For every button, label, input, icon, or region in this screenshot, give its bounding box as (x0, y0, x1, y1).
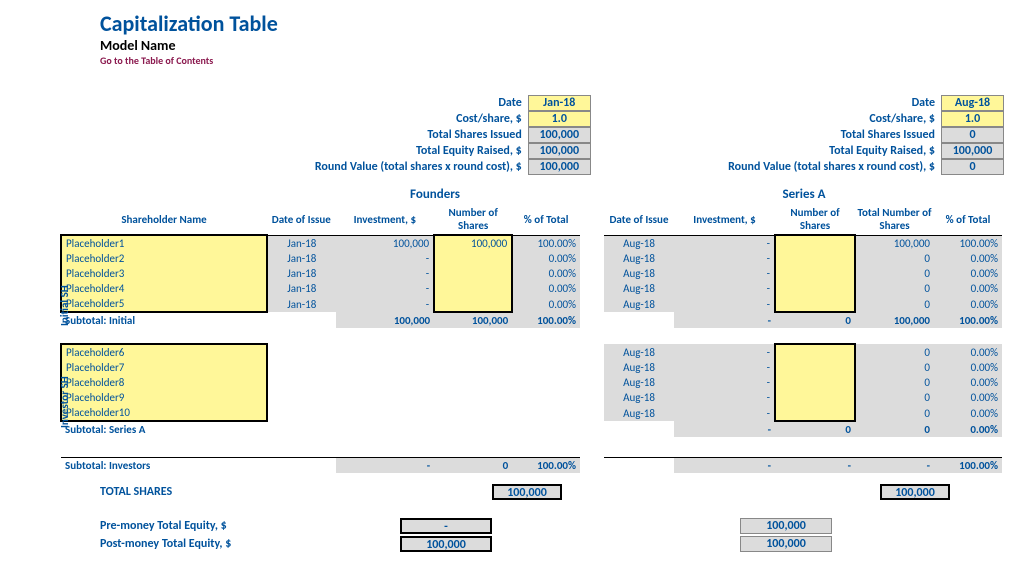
table-row: Placeholder3 Jan-18 - 0.00% (61, 266, 580, 281)
shareholder-name[interactable]: Placeholder2 (61, 251, 267, 266)
col-inv: Investment, $ (336, 204, 435, 235)
founders-table: Shareholder Name Date of Issue Investmen… (60, 204, 580, 473)
investor-sh-label: Investor SH (58, 348, 71, 428)
num-shares-input[interactable] (775, 266, 855, 281)
table-row: Aug-18 - 0 0.00% (604, 390, 1002, 405)
col-date-a: Date of Issue (604, 204, 674, 235)
founders-cost[interactable]: 1.0 (528, 111, 591, 127)
table-row: Aug-18 - 0 0.00% (604, 344, 1002, 360)
table-row: Placeholder4 Jan-18 - 0.00% (61, 281, 580, 296)
rv-label: Round Value (total shares x round cost),… (315, 159, 522, 175)
num-shares-input[interactable] (775, 296, 855, 312)
cost-label-a: Cost/share, $ (869, 111, 935, 127)
num-shares-input[interactable] (775, 251, 855, 266)
col-num-a: Number of Shares (775, 204, 855, 235)
shareholder-name[interactable]: Placeholder3 (61, 266, 267, 281)
shareholder-name[interactable]: Placeholder5 (61, 296, 267, 312)
founders-tsi: 100,000 (528, 127, 591, 143)
shareholder-name[interactable]: Placeholder8 (61, 375, 267, 390)
postmoney-seriesa: 100,000 (740, 536, 832, 552)
table-row: Placeholder10 (61, 405, 580, 421)
premoney-founders: - (400, 518, 492, 534)
rv-label-a: Round Value (total shares x round cost),… (728, 159, 935, 175)
shareholder-name[interactable]: Placeholder10 (61, 405, 267, 421)
subtotal-investors-row-a: - - - 100.00% (604, 457, 1002, 473)
num-shares-input[interactable] (775, 281, 855, 296)
premoney-seriesa: 100,000 (740, 518, 832, 534)
num-shares-input[interactable] (775, 405, 855, 421)
shareholder-name[interactable]: Placeholder6 (61, 344, 267, 360)
founders-title: Founders (290, 187, 580, 202)
model-name: Model Name (100, 37, 1004, 54)
seriesa-title: Series A (604, 187, 1004, 202)
postmoney-label: Post-money Total Equity, $ (100, 537, 400, 551)
total-shares-seriesa: 100,000 (880, 484, 950, 500)
seriesa-ter: 100,000 (941, 143, 1004, 159)
seriesa-cost[interactable]: 1.0 (941, 111, 1004, 127)
num-shares-input[interactable] (775, 360, 855, 375)
col-inv-a: Investment, $ (674, 204, 775, 235)
subtotal-initial-row: Subtotal: Initial 100,000 100,000 100.00… (61, 312, 580, 328)
page-title: Capitalization Table (100, 10, 1004, 37)
seriesa-rv: 0 (941, 159, 1004, 175)
col-pct-a: % of Total (934, 204, 1002, 235)
table-row: Aug-18 - 0 0.00% (604, 251, 1002, 266)
table-row: Aug-18 - 0 0.00% (604, 360, 1002, 375)
founders-rv: 100,000 (528, 159, 591, 175)
toc-link[interactable]: Go to the Table of Contents (100, 54, 1004, 67)
subtotal-initial-row-a: - 0 100,000 100.00% (604, 312, 1002, 328)
num-shares-input[interactable] (434, 251, 512, 266)
seriesa-tsi: 0 (941, 127, 1004, 143)
tsi-label-a: Total Shares Issued (841, 127, 935, 143)
num-shares-input[interactable]: 100,000 (434, 235, 512, 251)
subtotal-seriesa-row-f: Subtotal: Series A (61, 421, 580, 437)
num-shares-input[interactable] (775, 344, 855, 360)
col-date: Date of Issue (267, 204, 336, 235)
col-pct: % of Total (512, 204, 580, 235)
founders-date[interactable]: Jan-18 (528, 95, 591, 111)
ter-label-a: Total Equity Raised, $ (829, 143, 935, 159)
num-shares-input[interactable] (434, 281, 512, 296)
shareholder-name[interactable]: Placeholder7 (61, 360, 267, 375)
shareholder-name[interactable]: Placeholder1 (61, 235, 267, 251)
total-shares-founders: 100,000 (492, 484, 562, 500)
total-shares-label: TOTAL SHARES (100, 485, 400, 499)
num-shares-input[interactable] (775, 375, 855, 390)
initial-sh-label: Initial SH (58, 250, 71, 326)
premoney-label: Pre-money Total Equity, $ (100, 519, 400, 533)
num-shares-input[interactable] (434, 296, 512, 312)
table-row: Placeholder8 (61, 375, 580, 390)
cost-label: Cost/share, $ (456, 111, 522, 127)
table-row: Aug-18 - 100,000 100.00% (604, 235, 1002, 251)
seriesa-table: Date of Issue Investment, $ Number of Sh… (604, 204, 1002, 473)
num-shares-input[interactable] (775, 235, 855, 251)
table-row: Placeholder2 Jan-18 - 0.00% (61, 251, 580, 266)
num-shares-input[interactable] (434, 266, 512, 281)
table-row: Aug-18 - 0 0.00% (604, 375, 1002, 390)
table-row: Aug-18 - 0 0.00% (604, 266, 1002, 281)
table-row: Aug-18 - 0 0.00% (604, 405, 1002, 421)
table-row: Placeholder1 Jan-18 100,000 100,000 100.… (61, 235, 580, 251)
ter-label: Total Equity Raised, $ (416, 143, 522, 159)
table-row: Aug-18 - 0 0.00% (604, 296, 1002, 312)
date-label-a: Date (912, 95, 935, 111)
table-row: Aug-18 - 0 0.00% (604, 281, 1002, 296)
date-label: Date (498, 95, 521, 111)
table-row: Placeholder5 Jan-18 - 0.00% (61, 296, 580, 312)
table-row: Placeholder7 (61, 360, 580, 375)
table-row: Placeholder9 (61, 390, 580, 405)
tsi-label: Total Shares Issued (427, 127, 521, 143)
seriesa-date[interactable]: Aug-18 (941, 95, 1004, 111)
col-sh: Shareholder Name (61, 204, 267, 235)
table-row: Placeholder6 (61, 344, 580, 360)
subtotal-seriesa-row-a: - 0 0 0.00% (604, 421, 1002, 437)
num-shares-input[interactable] (775, 390, 855, 405)
col-tnum-a: Total Number of Shares (855, 204, 934, 235)
subtotal-investors-row-f: Subtotal: Investors - 0 100.00% (61, 457, 580, 473)
postmoney-founders: 100,000 (400, 536, 492, 552)
shareholder-name[interactable]: Placeholder4 (61, 281, 267, 296)
founders-ter: 100,000 (528, 143, 591, 159)
shareholder-name[interactable]: Placeholder9 (61, 390, 267, 405)
col-num: Number of Shares (434, 204, 512, 235)
